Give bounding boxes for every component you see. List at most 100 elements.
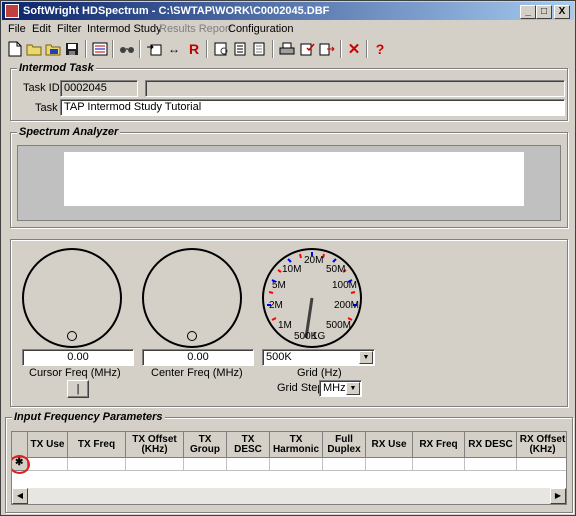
intermod-task-group: Intermod Task Task ID: 0002045 Task TAP … — [10, 62, 568, 121]
report-alt-icon[interactable] — [250, 40, 268, 58]
menu-edit[interactable]: Edit — [32, 23, 51, 35]
col-tx-use[interactable]: TX Use — [28, 432, 68, 458]
col-tx-group[interactable]: TX Group — [184, 432, 227, 458]
table-cell[interactable] — [68, 458, 126, 471]
report-icon[interactable] — [231, 40, 249, 58]
dial-label-1g: 1G — [312, 331, 326, 342]
menu-filter[interactable]: Filter — [57, 23, 81, 35]
new-row-marker[interactable]: ✱ — [12, 455, 30, 474]
title-bar[interactable]: SoftWright HDSpectrum - C:\SWTAP\WORK\C0… — [2, 2, 574, 20]
col-rx-use[interactable]: RX Use — [366, 432, 413, 458]
delete-x-icon[interactable]: ✕ — [345, 40, 363, 58]
printer-icon[interactable] — [278, 40, 296, 58]
open-db-icon[interactable] — [44, 40, 62, 58]
asterisk-icon: ✱ — [15, 457, 24, 468]
minimize-button[interactable]: _ — [520, 5, 536, 19]
table-cell[interactable] — [465, 458, 517, 471]
col-rx-offset[interactable]: RX Offset (KHz) — [517, 432, 566, 458]
center-freq-label: Center Freq (MHz) — [151, 367, 243, 379]
task-id-field: 0002045 — [60, 80, 138, 97]
col-full-duplex[interactable]: Full Duplex — [323, 432, 366, 458]
table-cell[interactable] — [227, 458, 270, 471]
table-cell[interactable] — [270, 458, 323, 471]
col-tx-desc[interactable]: TX DESC — [227, 432, 270, 458]
menu-results-report[interactable]: Results Report — [159, 23, 232, 35]
col-tx-harmonic[interactable]: TX Harmonic — [270, 432, 323, 458]
task-id-extra-field — [145, 80, 565, 97]
table-cell[interactable] — [366, 458, 413, 471]
toolbar-separator — [366, 40, 368, 58]
table-cell[interactable] — [413, 458, 465, 471]
swap-arrows-icon[interactable]: ↔ — [165, 40, 183, 58]
toolbar: ↔ R ✕ ? — [2, 39, 574, 59]
maximize-button[interactable]: □ — [536, 5, 552, 19]
dial-label-5m: 5M — [272, 280, 286, 291]
toolbar-separator — [340, 40, 342, 58]
r-icon[interactable]: R — [185, 40, 203, 58]
col-tx-offset[interactable]: TX Offset (KHz) — [126, 432, 184, 458]
cursor-button[interactable]: | — [67, 380, 89, 398]
spectrum-display — [17, 145, 561, 221]
dial-label-500m: 500M — [326, 320, 352, 331]
toolbar-separator — [206, 40, 208, 58]
cursor-freq-label: Cursor Freq (MHz) — [29, 367, 121, 379]
list-icon[interactable] — [91, 40, 109, 58]
app-icon[interactable] — [5, 4, 19, 18]
knob-indicator — [187, 331, 197, 341]
cursor-freq-knob[interactable] — [22, 248, 122, 348]
menu-intermod-study[interactable]: Intermod Study — [87, 23, 162, 35]
knob-indicator — [67, 331, 77, 341]
input-frequency-table[interactable]: TX Use TX Freq TX Offset (KHz) TX Group … — [11, 431, 567, 505]
controls-group: 10M 20M 50M 5M 100M 2M 200M 1M 500M 500K… — [10, 239, 568, 407]
chevron-down-icon[interactable]: ▼ — [346, 382, 360, 395]
dial-label-2m: 2M — [269, 300, 283, 311]
close-button[interactable]: X — [554, 5, 570, 19]
cursor-freq-field[interactable]: 0.00 — [22, 349, 134, 366]
col-rx-freq[interactable]: RX Freq — [413, 432, 465, 458]
export-icon[interactable] — [318, 40, 336, 58]
center-freq-field[interactable]: 0.00 — [142, 349, 254, 366]
grid-dial[interactable]: 10M 20M 50M 5M 100M 2M 200M 1M 500M 500K… — [262, 248, 362, 348]
dial-label-50m: 50M — [326, 264, 346, 275]
save-icon[interactable] — [63, 40, 81, 58]
chevron-down-icon[interactable]: ▼ — [359, 351, 373, 364]
table-cell[interactable] — [517, 458, 566, 471]
grid-select-value: 500K — [266, 351, 292, 363]
scroll-right-icon[interactable]: ▶ — [550, 488, 566, 504]
import-icon[interactable] — [145, 40, 163, 58]
table-cell[interactable] — [126, 458, 184, 471]
spectrum-plot-area[interactable] — [64, 152, 524, 206]
task-label: Task — [35, 102, 58, 114]
dial-label-200m: 200M — [334, 300, 360, 311]
app-window: SoftWright HDSpectrum - C:\SWTAP\WORK\C0… — [0, 0, 576, 516]
task-id-label: Task ID: — [23, 82, 63, 94]
grid-step-value: MHz — [323, 382, 346, 394]
new-file-icon[interactable] — [6, 40, 24, 58]
help-icon[interactable]: ? — [371, 40, 389, 58]
table-row-new[interactable]: ✱ — [12, 455, 566, 474]
toolbar-separator — [112, 40, 114, 58]
toolbar-separator — [85, 40, 87, 58]
spectrum-analyzer-title: Spectrum Analyzer — [17, 126, 121, 138]
glasses-icon[interactable] — [118, 40, 136, 58]
toolbar-separator — [139, 40, 141, 58]
horizontal-scrollbar[interactable]: ◀ ▶ — [12, 488, 566, 504]
task-name-field[interactable]: TAP Intermod Study Tutorial — [60, 99, 565, 116]
open-folder-icon[interactable] — [25, 40, 43, 58]
center-freq-knob[interactable] — [142, 248, 242, 348]
table-cell[interactable] — [28, 458, 68, 471]
dial-label-100m: 100M — [332, 280, 358, 291]
check-doc-icon[interactable] — [298, 40, 316, 58]
input-frequency-title: Input Frequency Parameters — [12, 411, 165, 423]
menu-configuration[interactable]: Configuration — [228, 23, 293, 35]
table-cell[interactable] — [323, 458, 366, 471]
col-tx-freq[interactable]: TX Freq — [68, 432, 126, 458]
grid-step-select[interactable]: MHz ▼ — [319, 380, 362, 397]
print-preview-icon[interactable] — [212, 40, 230, 58]
scroll-left-icon[interactable]: ◀ — [12, 488, 28, 504]
grid-select[interactable]: 500K ▼ — [262, 349, 375, 366]
table-cell[interactable] — [184, 458, 227, 471]
grid-step-label: Grid Step — [277, 382, 324, 394]
menu-file[interactable]: File — [8, 23, 26, 35]
col-rx-desc[interactable]: RX DESC — [465, 432, 517, 458]
